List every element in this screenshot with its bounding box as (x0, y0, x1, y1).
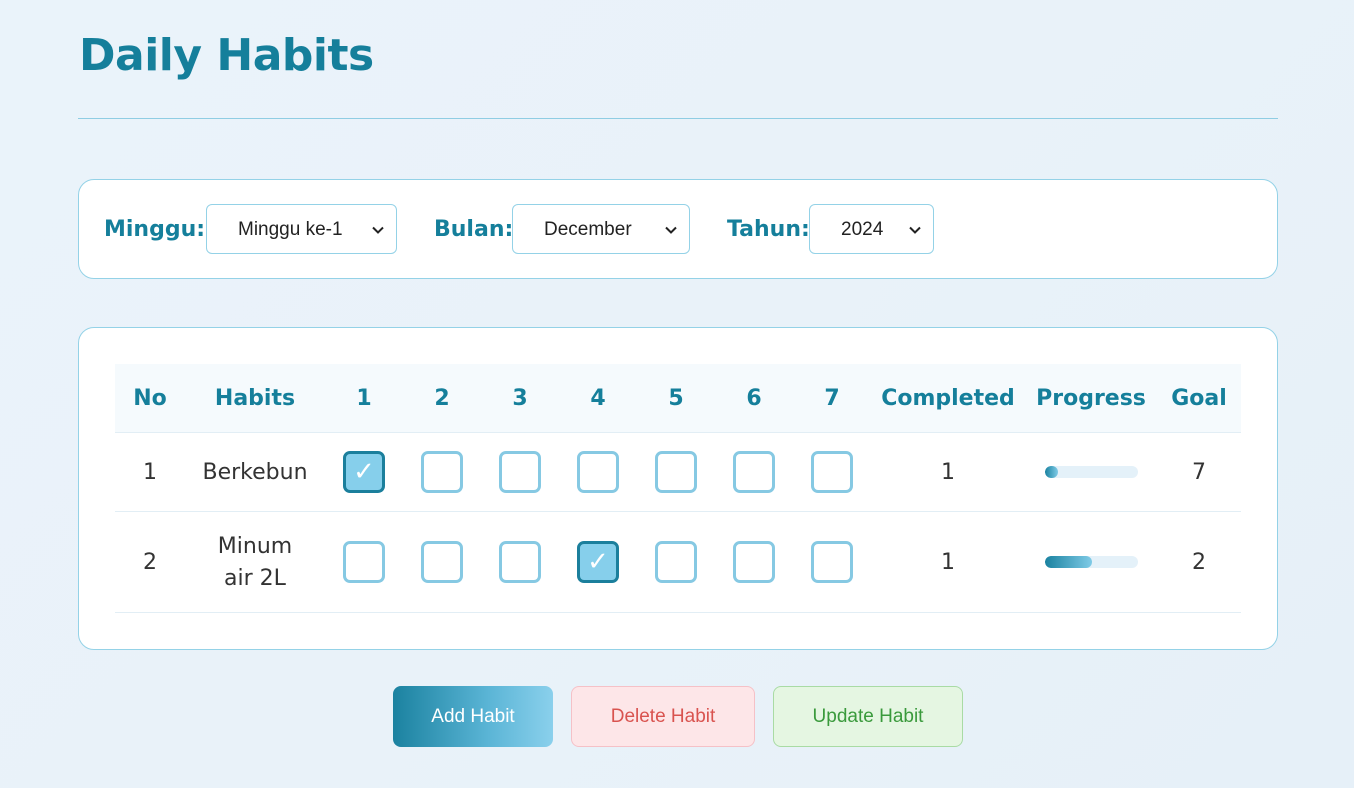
row-completed: 1 (941, 550, 955, 575)
week-label: Minggu: (104, 217, 206, 242)
chevron-down-icon (665, 226, 677, 234)
header-day-7: 7 (824, 386, 840, 411)
header-habits: Habits (214, 386, 296, 411)
day-checkbox[interactable]: ✓ (343, 451, 385, 493)
year-select-value: 2024 (841, 219, 884, 240)
check-icon: ✓ (587, 547, 609, 577)
week-select-value: Minggu ke-1 (238, 219, 343, 240)
filter-panel: Minggu: Minggu ke-1 Bulan: December Tahu… (78, 179, 1278, 279)
day-checkbox[interactable]: ✓ (421, 541, 463, 583)
header-day-5: 5 (668, 386, 684, 411)
header-completed: Completed (881, 386, 1015, 411)
week-select[interactable]: Minggu ke-1 (206, 204, 397, 254)
table-row: 1 Berkebun ✓ ✓ ✓ ✓ ✓ ✓ ✓ 1 7 (115, 433, 1241, 512)
update-habit-button[interactable]: Update Habit (773, 686, 963, 747)
day-checkbox[interactable]: ✓ (811, 451, 853, 493)
delete-habit-button[interactable]: Delete Habit (571, 686, 755, 747)
row-completed: 1 (941, 460, 955, 485)
day-checkbox[interactable]: ✓ (655, 541, 697, 583)
table-row: 2 Minum air 2L ✓ ✓ ✓ ✓ ✓ ✓ ✓ 1 2 (115, 512, 1241, 613)
day-checkbox[interactable]: ✓ (733, 541, 775, 583)
progress-bar (1045, 556, 1138, 568)
row-no: 2 (143, 550, 157, 575)
day-checkbox[interactable]: ✓ (733, 451, 775, 493)
add-habit-button[interactable]: Add Habit (393, 686, 553, 747)
progress-bar-fill (1045, 466, 1059, 478)
day-checkbox[interactable]: ✓ (421, 451, 463, 493)
row-no: 1 (143, 460, 157, 485)
row-habit-name: Berkebun (202, 460, 308, 485)
header-goal: Goal (1171, 386, 1227, 411)
chevron-down-icon (909, 226, 921, 234)
progress-bar-fill (1045, 556, 1092, 568)
header-day-3: 3 (512, 386, 528, 411)
year-label: Tahun: (727, 217, 810, 242)
habits-table-card: No Habits 1 2 3 4 5 6 7 Completed Progre… (78, 327, 1278, 650)
day-checkbox[interactable]: ✓ (577, 451, 619, 493)
row-goal: 7 (1192, 460, 1206, 485)
row-goal: 2 (1192, 550, 1206, 575)
year-select[interactable]: 2024 (809, 204, 934, 254)
header-day-2: 2 (434, 386, 450, 411)
row-habit-name-line2: air 2L (224, 566, 286, 591)
month-select[interactable]: December (512, 204, 690, 254)
check-icon: ✓ (353, 457, 375, 487)
header-day-6: 6 (746, 386, 762, 411)
header-no: No (133, 386, 167, 411)
page-title: Daily Habits (79, 30, 374, 81)
header-day-1: 1 (356, 386, 372, 411)
header-day-4: 4 (590, 386, 606, 411)
day-checkbox[interactable]: ✓ (577, 541, 619, 583)
table-header-row: No Habits 1 2 3 4 5 6 7 Completed Progre… (115, 364, 1241, 433)
day-checkbox[interactable]: ✓ (655, 451, 697, 493)
row-habit-name: Minum (217, 534, 293, 559)
chevron-down-icon (372, 226, 384, 234)
progress-bar (1045, 466, 1138, 478)
day-checkbox[interactable]: ✓ (343, 541, 385, 583)
day-checkbox[interactable]: ✓ (499, 451, 541, 493)
day-checkbox[interactable]: ✓ (811, 541, 853, 583)
header-progress: Progress (1036, 386, 1146, 411)
title-divider (78, 118, 1278, 119)
month-label: Bulan: (434, 217, 514, 242)
month-select-value: December (544, 219, 632, 240)
day-checkbox[interactable]: ✓ (499, 541, 541, 583)
